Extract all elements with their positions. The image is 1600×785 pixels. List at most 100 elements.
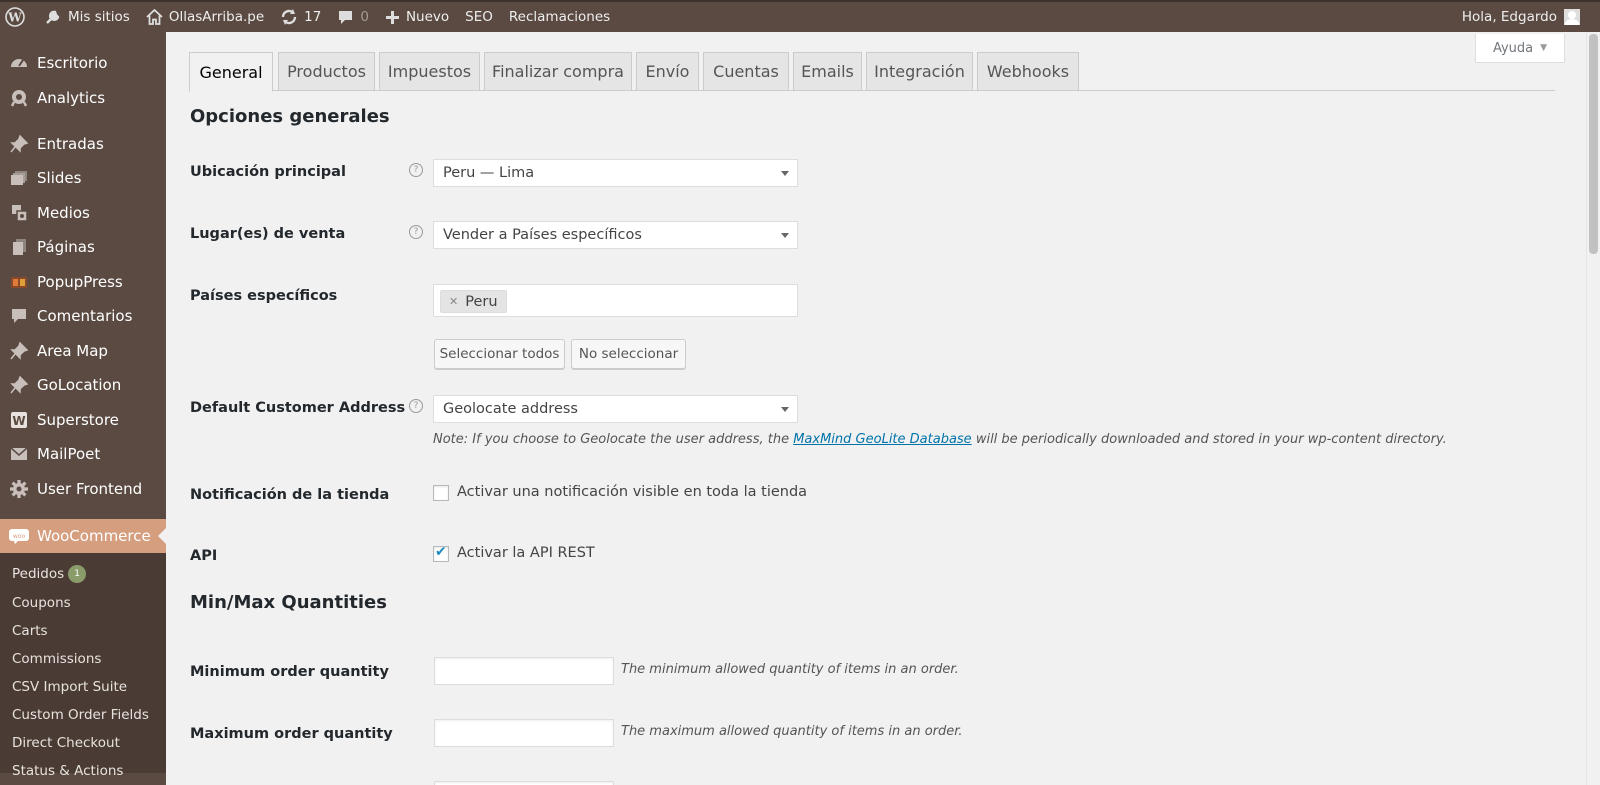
multiselect-paises[interactable]: ✕ Peru [433,284,798,317]
new-label: Nuevo [405,9,450,25]
tab-general[interactable]: General [189,52,273,92]
site-name-label: OllasArriba.pe [168,9,265,25]
select-all-button[interactable]: Seleccionar todos [434,339,565,369]
tab-cuentas[interactable]: Cuentas [703,52,789,91]
submenu-commissions[interactable]: Commissions [12,651,101,667]
label-minimum-order-quantity: Minimum order quantity [190,664,389,680]
updates-icon [281,9,297,25]
page-scrollbar[interactable] [1586,32,1600,785]
menu-analytics[interactable]: Analytics [0,81,166,115]
site-name-menu[interactable]: OllasArriba.pe [138,1,272,33]
store-notice-checkbox-label[interactable]: Activar una notificación visible en toda… [457,484,807,500]
select-ubicacion-principal[interactable]: Peru — Lima [433,159,798,187]
menu-label: MailPoet [37,445,101,463]
tab-impuestos[interactable]: Impuestos [379,52,480,91]
menu-superstore[interactable]: W Superstore [0,403,166,437]
seo-menu[interactable]: SEO [457,1,501,33]
comment-icon [339,10,353,24]
menu-woocommerce[interactable]: woo WooCommerce [0,519,166,553]
superstore-icon: W [0,410,37,430]
menu-label: User Frontend [37,480,143,498]
tab-integracion[interactable]: Integración [866,52,973,91]
select-none-button[interactable]: No seleccionar [571,339,686,369]
menu-comentarios[interactable]: Comentarios [0,299,166,333]
menu-golocation[interactable]: GoLocation [0,368,166,402]
submenu-pedidos[interactable]: Pedidos 1 [12,565,87,583]
minimum-order-quantity-input[interactable] [434,657,614,685]
help-tip-icon[interactable]: ? [409,399,423,413]
submenu-coupons[interactable]: Coupons [12,595,71,611]
note-text: will be periodically downloaded and stor… [971,432,1447,447]
submenu-carts[interactable]: Carts [12,623,48,639]
reclamaciones-menu[interactable]: Reclamaciones [501,1,618,33]
account-menu[interactable]: Hola, Edgardo [1454,1,1600,33]
menu-entradas[interactable]: Entradas [0,127,166,161]
label-api: API [190,548,218,564]
tab-emails[interactable]: Emails [793,52,862,91]
updates-menu[interactable]: 17 [272,1,329,33]
settings-content: Ayuda ▼ General Productos Impuestos Fina… [166,32,1586,785]
rest-api-checkbox[interactable] [433,544,449,562]
menu-mailpoet[interactable]: MailPoet [0,437,166,471]
menu-escritorio[interactable]: Escritorio [0,46,166,80]
submenu-status-actions[interactable]: Status & Actions [12,763,123,779]
home-icon [146,9,163,25]
tab-envio[interactable]: Envío [636,52,699,91]
pages-icon [0,237,37,257]
svg-text:woo: woo [12,533,25,540]
scroll-thumb[interactable] [1589,34,1598,254]
seo-label: SEO [465,9,493,25]
pin-icon [0,375,37,395]
label-paises-especificos: Países específicos [190,288,338,304]
media-icon [0,203,37,223]
chip-label: Peru [465,293,498,310]
updates-count: 17 [304,9,322,25]
svg-text:W: W [12,414,25,428]
menu-label: Superstore [37,411,119,429]
menu-area-map[interactable]: Area Map [0,334,166,368]
svg-text:W: W [7,11,22,25]
tab-webhooks[interactable]: Webhooks [977,52,1079,91]
next-setting-input[interactable] [434,781,614,785]
select-default-customer-address[interactable]: Geolocate address [433,395,798,423]
wordpress-logo-icon[interactable]: W [0,1,36,33]
new-content-menu[interactable]: Nuevo [377,1,457,33]
maximum-order-quantity-input[interactable] [434,719,614,747]
comment-icon [0,306,37,326]
my-sites-label: Mis sitios [68,9,130,25]
remove-chip-icon[interactable]: ✕ [449,295,458,308]
envelope-icon [0,444,37,464]
store-notice-checkbox[interactable] [433,485,449,501]
menu-user-frontend[interactable]: User Frontend [0,472,166,506]
select-lugar-de-venta[interactable]: Vender a Países específicos [433,221,798,249]
my-sites-menu[interactable]: Mis sitios [36,1,138,33]
menu-label: Páginas [37,238,95,256]
submenu-custom-order-fields[interactable]: Custom Order Fields [12,707,149,723]
menu-label: PopupPress [37,273,123,291]
menu-label: Area Map [37,342,108,360]
menu-paginas[interactable]: Páginas [0,230,166,264]
help-tip-icon[interactable]: ? [409,163,423,177]
maxmind-link[interactable]: MaxMind GeoLite Database [793,432,971,447]
country-chip[interactable]: ✕ Peru [440,290,507,313]
menu-popuppress[interactable]: PopupPress [0,265,166,299]
menu-slides[interactable]: Slides [0,161,166,195]
menu-medios[interactable]: Medios [0,196,166,230]
admin-sidebar: Escritorio Analytics Entradas Slides Med… [0,32,166,785]
admin-bar: W Mis sitios OllasArriba.pe 17 0 Nuevo S… [0,0,1600,32]
submenu-label: Pedidos [12,566,65,582]
tab-finalizar-compra[interactable]: Finalizar compra [484,52,632,91]
analytics-icon [0,88,37,108]
label-default-customer-address: Default Customer Address [190,400,406,416]
menu-label: WooCommerce [37,527,151,545]
tab-productos[interactable]: Productos [278,52,375,91]
help-tip-icon[interactable]: ? [409,225,423,239]
submenu-direct-checkout[interactable]: Direct Checkout [12,735,120,751]
submenu-csv-import-suite[interactable]: CSV Import Suite [12,679,127,695]
select-value: Geolocate address [443,401,578,417]
gear-icon [0,479,37,499]
menu-label: Medios [37,204,90,222]
label-lugar-de-venta: Lugar(es) de venta [190,226,346,242]
comments-menu[interactable]: 0 [329,1,377,33]
rest-api-checkbox-label[interactable]: Activar la API REST [457,545,595,561]
